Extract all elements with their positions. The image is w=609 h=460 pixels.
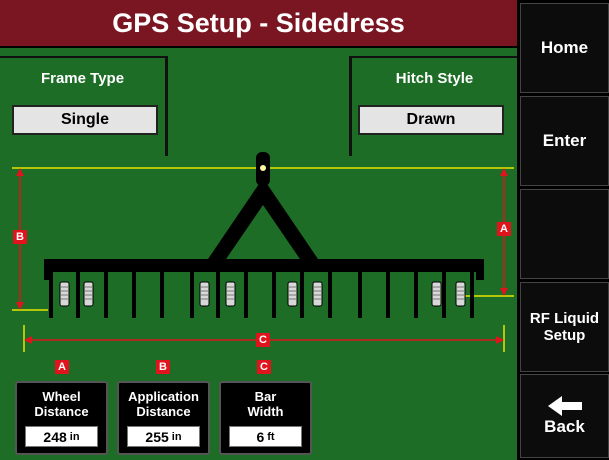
wheel-distance-button[interactable]: Wheel Distance 248 in bbox=[15, 381, 108, 455]
shank-row bbox=[49, 270, 474, 318]
gauge-wheel bbox=[199, 281, 210, 307]
bar-width-button[interactable]: Bar Width 6 ft bbox=[219, 381, 312, 455]
shank bbox=[104, 270, 108, 318]
gauge-wheel bbox=[225, 281, 236, 307]
shank bbox=[442, 270, 446, 318]
bar-width-value: 6 ft bbox=[229, 426, 302, 447]
shank bbox=[386, 270, 390, 318]
wheel-distance-tag: A bbox=[55, 360, 69, 374]
shank bbox=[272, 270, 276, 318]
gauge-wheel bbox=[312, 281, 323, 307]
marker-b: B bbox=[13, 230, 27, 244]
gauge-wheel bbox=[431, 281, 442, 307]
main-panel: GPS Setup - Sidedress Frame Type Single … bbox=[0, 0, 517, 460]
implement-frame bbox=[44, 152, 484, 280]
bar-width-tag: C bbox=[257, 360, 271, 374]
gauge-wheel bbox=[83, 281, 94, 307]
application-distance-value: 255 in bbox=[127, 426, 200, 447]
marker-c: C bbox=[256, 333, 270, 347]
shank bbox=[470, 270, 474, 318]
shank bbox=[49, 270, 53, 318]
application-distance-tag: B bbox=[156, 360, 170, 374]
wheel-row bbox=[59, 281, 466, 307]
shank bbox=[300, 270, 304, 318]
application-distance-label: Application Distance bbox=[128, 389, 199, 419]
rf-liquid-setup-button[interactable]: RF Liquid Setup bbox=[520, 282, 609, 372]
application-distance-button[interactable]: Application Distance 255 in bbox=[117, 381, 210, 455]
sidebar: Home Enter RF Liquid Setup Back bbox=[517, 0, 609, 460]
shank bbox=[414, 270, 418, 318]
shank bbox=[160, 270, 164, 318]
back-button[interactable]: Back bbox=[520, 374, 609, 458]
marker-a: A bbox=[497, 222, 511, 236]
home-button[interactable]: Home bbox=[520, 3, 609, 93]
gauge-wheel bbox=[455, 281, 466, 307]
wheel-distance-value: 248 in bbox=[25, 426, 98, 447]
shank bbox=[132, 270, 136, 318]
blank-sidebar-button[interactable] bbox=[520, 189, 609, 279]
hitch-point bbox=[260, 165, 266, 171]
shank bbox=[216, 270, 220, 318]
shank bbox=[328, 270, 332, 318]
shank bbox=[358, 270, 362, 318]
gauge-wheel bbox=[287, 281, 298, 307]
wheel-distance-label: Wheel Distance bbox=[34, 389, 89, 419]
gauge-wheel bbox=[59, 281, 70, 307]
enter-button[interactable]: Enter bbox=[520, 96, 609, 186]
left-arrow-icon bbox=[547, 396, 582, 416]
shank bbox=[190, 270, 194, 318]
shank bbox=[244, 270, 248, 318]
bar-width-label: Bar Width bbox=[247, 389, 284, 419]
shank bbox=[76, 270, 80, 318]
